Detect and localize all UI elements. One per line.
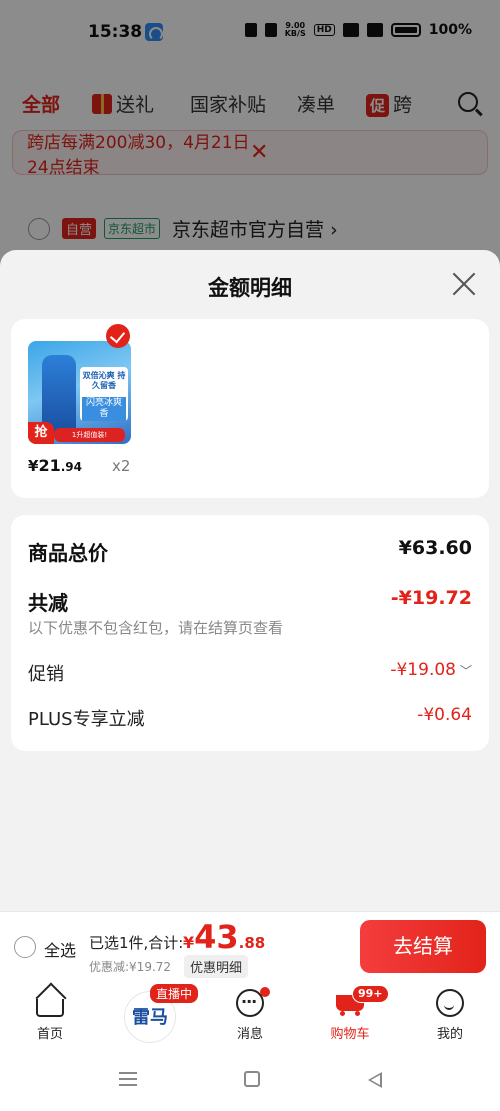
nav-home-label: 首页 bbox=[36, 1027, 63, 1042]
cart-count-badge: 99+ bbox=[352, 985, 389, 1003]
discount-note: 以下优惠不包含红包，请在结算页查看 bbox=[28, 619, 284, 637]
grab-badge: 抢 bbox=[28, 422, 54, 444]
checked-icon bbox=[106, 324, 130, 348]
unread-dot bbox=[260, 987, 270, 997]
nav-messages-label: 消息 bbox=[236, 1027, 263, 1042]
reduce-value: -¥19.72 bbox=[390, 587, 472, 609]
sheet-title: 金额明细 bbox=[208, 276, 292, 300]
plus-value: -¥0.64 bbox=[417, 705, 472, 725]
discount-detail-button[interactable]: 优惠明细 bbox=[184, 955, 249, 978]
checkout-bar: 全选 已选1件,合计: ¥43.88 优惠减:¥19.72 优惠明细 去结算 bbox=[0, 911, 500, 981]
plus-label: PLUS专享立减 bbox=[28, 709, 145, 730]
home-icon bbox=[36, 999, 64, 1017]
close-icon[interactable] bbox=[452, 272, 476, 296]
summary-card: 商品总价 ¥63.60 共减 -¥19.72 以下优惠不包含红包，请在结算页查看… bbox=[11, 515, 489, 751]
product-card: 双倍沁爽 持久留香 闪亮冰爽香 抢 1升超值装! ¥21.94 x2 bbox=[11, 319, 489, 498]
product-promo-line2: 闪亮冰爽香 bbox=[82, 397, 126, 421]
back-icon[interactable] bbox=[368, 1072, 382, 1088]
promo-label: 促销 bbox=[28, 664, 64, 685]
select-all-checkbox[interactable] bbox=[14, 936, 36, 958]
promo-value: -¥19.08 ﹀ bbox=[390, 660, 472, 680]
chevron-down-icon: ﹀ bbox=[459, 664, 472, 678]
total-label: 商品总价 bbox=[28, 541, 108, 565]
reduce-label: 共减 bbox=[28, 591, 68, 615]
checkout-button[interactable]: 去结算 bbox=[360, 920, 486, 973]
product-price: ¥21.94 bbox=[28, 456, 82, 475]
product-strip: 1升超值装! bbox=[54, 428, 125, 442]
discount-text: 优惠减:¥19.72 bbox=[89, 960, 172, 974]
home-button-icon[interactable] bbox=[244, 1071, 260, 1087]
system-nav-bar bbox=[0, 1046, 500, 1111]
total-value: ¥63.60 bbox=[398, 537, 472, 559]
product-quantity: x2 bbox=[112, 457, 131, 475]
selected-info: 已选1件,合计: bbox=[89, 934, 184, 952]
product-promo-line1: 双倍沁爽 持久留香 bbox=[82, 371, 126, 390]
profile-icon bbox=[436, 989, 464, 1017]
nav-cart-label: 购物车 bbox=[330, 1027, 370, 1042]
product-image[interactable]: 双倍沁爽 持久留香 闪亮冰爽香 抢 1升超值装! bbox=[28, 341, 131, 444]
checkout-total: ¥43.88 bbox=[183, 918, 266, 956]
bottom-nav: 首页 雷马 直播中 消息 购物车 99+ 我的 bbox=[0, 981, 500, 1046]
recent-apps-icon[interactable] bbox=[119, 1072, 137, 1086]
select-all-label[interactable]: 全选 bbox=[44, 937, 76, 961]
live-badge: 直播中 bbox=[150, 984, 199, 1003]
nav-me-label: 我的 bbox=[436, 1027, 463, 1042]
